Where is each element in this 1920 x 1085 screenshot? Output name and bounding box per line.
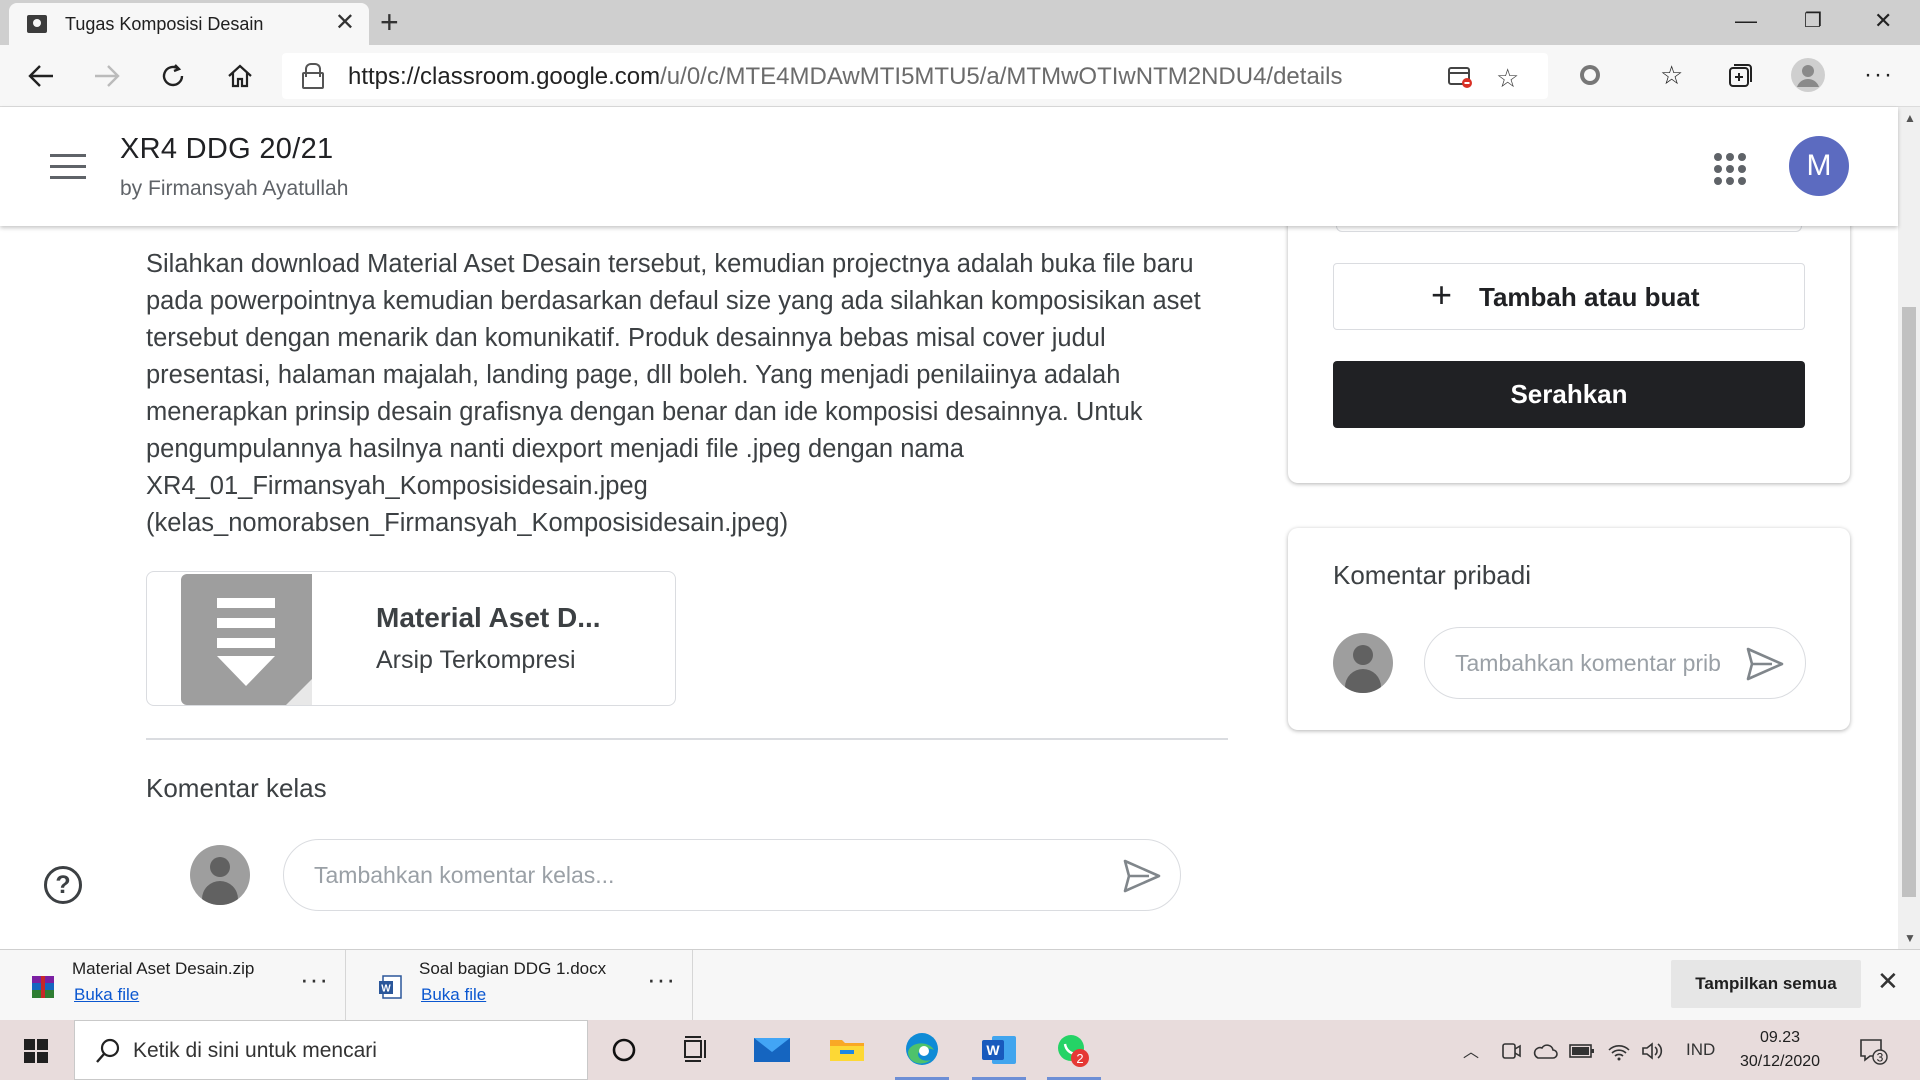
windows-taskbar: Ketik di sini untuk mencari W 2 ︿ IND 09… [0, 1020, 1920, 1080]
meet-now-icon[interactable] [1500, 1040, 1522, 1062]
zip-file-icon [181, 574, 312, 705]
classroom-header: XR4 DDG 20/21 by Firmansyah Ayatullah M [0, 107, 1898, 226]
private-comment-input[interactable] [1453, 646, 1723, 680]
battery-icon[interactable] [1568, 1042, 1596, 1060]
tab-close-icon[interactable]: ✕ [335, 11, 355, 35]
attachment-type: Arsip Terkompresi [376, 646, 576, 674]
favorite-star-icon[interactable]: ☆ [1496, 63, 1519, 94]
winrar-icon [32, 976, 54, 998]
collections-icon[interactable] [1726, 62, 1754, 90]
whatsapp-icon[interactable]: 2 [1043, 1020, 1105, 1080]
download-more-icon[interactable]: ··· [647, 964, 676, 995]
notification-center-icon[interactable]: 3 [1858, 1036, 1888, 1066]
forward-arrow-icon[interactable] [92, 61, 122, 91]
private-comments-card: Komentar pribadi [1288, 528, 1850, 730]
close-downloads-icon[interactable]: ✕ [1877, 966, 1899, 996]
clock-time: 09.23 [1759, 1029, 1801, 1046]
open-file-link[interactable]: Buka file [74, 985, 139, 1005]
word-app-icon[interactable]: W [968, 1020, 1030, 1080]
class-comments-heading: Komentar kelas [146, 773, 327, 803]
onedrive-cloud-icon[interactable] [1532, 1041, 1558, 1061]
restore-button[interactable]: ❐ [1804, 6, 1822, 36]
search-icon [96, 1038, 120, 1063]
send-icon[interactable] [1745, 646, 1785, 682]
profile-icon[interactable] [1790, 57, 1826, 93]
download-item[interactable]: Material Aset Desain.zip Buka file ··· [0, 950, 346, 1020]
show-all-downloads-button[interactable]: Tampilkan semua [1671, 960, 1861, 1008]
file-explorer-icon[interactable] [816, 1020, 878, 1080]
task-view-icon[interactable] [665, 1020, 727, 1080]
add-or-create-button[interactable]: + Tambah atau buat [1333, 263, 1805, 330]
windows-start-icon[interactable] [24, 1039, 48, 1063]
block-popup-icon[interactable] [1447, 65, 1473, 89]
plus-icon: + [1431, 274, 1453, 315]
lock-icon[interactable] [302, 63, 324, 89]
private-comments-heading: Komentar pribadi [1333, 560, 1531, 590]
page-scrollbar[interactable]: ▲ ▼ [1898, 107, 1920, 949]
download-more-icon[interactable]: ··· [300, 964, 329, 995]
tab-title: Tugas Komposisi Desain [65, 14, 264, 34]
google-apps-icon[interactable] [1714, 153, 1746, 185]
help-icon[interactable]: ? [44, 866, 82, 904]
user-avatar [1333, 633, 1393, 693]
address-bar[interactable]: https://classroom.google.com/u/0/c/MTE4M… [282, 53, 1548, 99]
submit-button[interactable]: Serahkan [1333, 361, 1805, 428]
svg-text:W: W [986, 1042, 1000, 1058]
private-comment-box[interactable] [1424, 627, 1806, 699]
minimize-button[interactable]: — [1735, 6, 1757, 36]
open-file-link[interactable]: Buka file [421, 985, 486, 1005]
attachment-name: Material Aset D... [376, 602, 601, 633]
assignment-description: Silahkan download Material Aset Desain t… [146, 250, 1201, 537]
window-close-button[interactable]: ✕ [1874, 6, 1892, 36]
main-menu-icon[interactable] [50, 154, 86, 180]
language-indicator[interactable]: IND [1686, 1040, 1715, 1060]
scroll-up-icon[interactable]: ▲ [1904, 111, 1916, 125]
tray-chevron-icon[interactable]: ︿ [1463, 1038, 1479, 1062]
url-text: https://classroom.google.com/u/0/c/MTE4M… [348, 63, 1343, 90]
class-teacher: by Firmansyah Ayatullah [120, 177, 349, 200]
browser-tab[interactable]: Tugas Komposisi Desain ✕ [9, 3, 369, 45]
class-comment-input[interactable] [312, 858, 1092, 892]
svg-text:W: W [381, 984, 391, 995]
extension-icon[interactable] [1577, 62, 1603, 88]
notification-count: 3 [1877, 1051, 1884, 1065]
section-divider [146, 738, 1228, 740]
home-icon[interactable] [225, 61, 255, 91]
word-doc-icon: W [379, 975, 402, 999]
volume-icon[interactable] [1640, 1040, 1664, 1062]
classroom-favicon-icon [27, 15, 47, 33]
wifi-icon[interactable] [1607, 1040, 1631, 1062]
clock-date: 30/12/2020 [1739, 1053, 1821, 1070]
downloads-bar: Material Aset Desain.zip Buka file ··· W… [0, 949, 1920, 1020]
browser-toolbar: https://classroom.google.com/u/0/c/MTE4M… [0, 45, 1920, 107]
download-item[interactable]: W Soal bagian DDG 1.docx Buka file ··· [347, 950, 693, 1020]
more-menu-icon[interactable]: ··· [1864, 59, 1894, 91]
new-tab-button[interactable]: + [380, 4, 399, 40]
taskbar-search[interactable]: Ketik di sini untuk mencari [74, 1020, 588, 1080]
user-avatar [190, 845, 250, 905]
system-clock[interactable]: 09.23 30/12/2020 [1730, 1026, 1830, 1074]
edge-browser-icon[interactable] [891, 1020, 953, 1080]
class-title[interactable]: XR4 DDG 20/21 [120, 133, 333, 166]
cortana-icon[interactable] [593, 1020, 655, 1080]
mail-icon[interactable] [741, 1020, 803, 1080]
send-icon[interactable] [1122, 858, 1162, 894]
back-arrow-icon[interactable] [26, 61, 56, 91]
class-comment-box[interactable] [283, 839, 1181, 911]
browser-tab-strip: Tugas Komposisi Desain ✕ + — ❐ ✕ [0, 0, 1920, 45]
scroll-down-icon[interactable]: ▼ [1904, 931, 1916, 945]
refresh-icon[interactable] [158, 61, 188, 91]
whatsapp-badge: 2 [1076, 1051, 1083, 1066]
favorites-icon[interactable]: ☆ [1660, 59, 1683, 91]
account-avatar[interactable]: M [1789, 136, 1849, 196]
attachment-card[interactable]: Material Aset D... Arsip Terkompresi [146, 571, 676, 706]
scrollbar-thumb[interactable] [1902, 307, 1916, 897]
